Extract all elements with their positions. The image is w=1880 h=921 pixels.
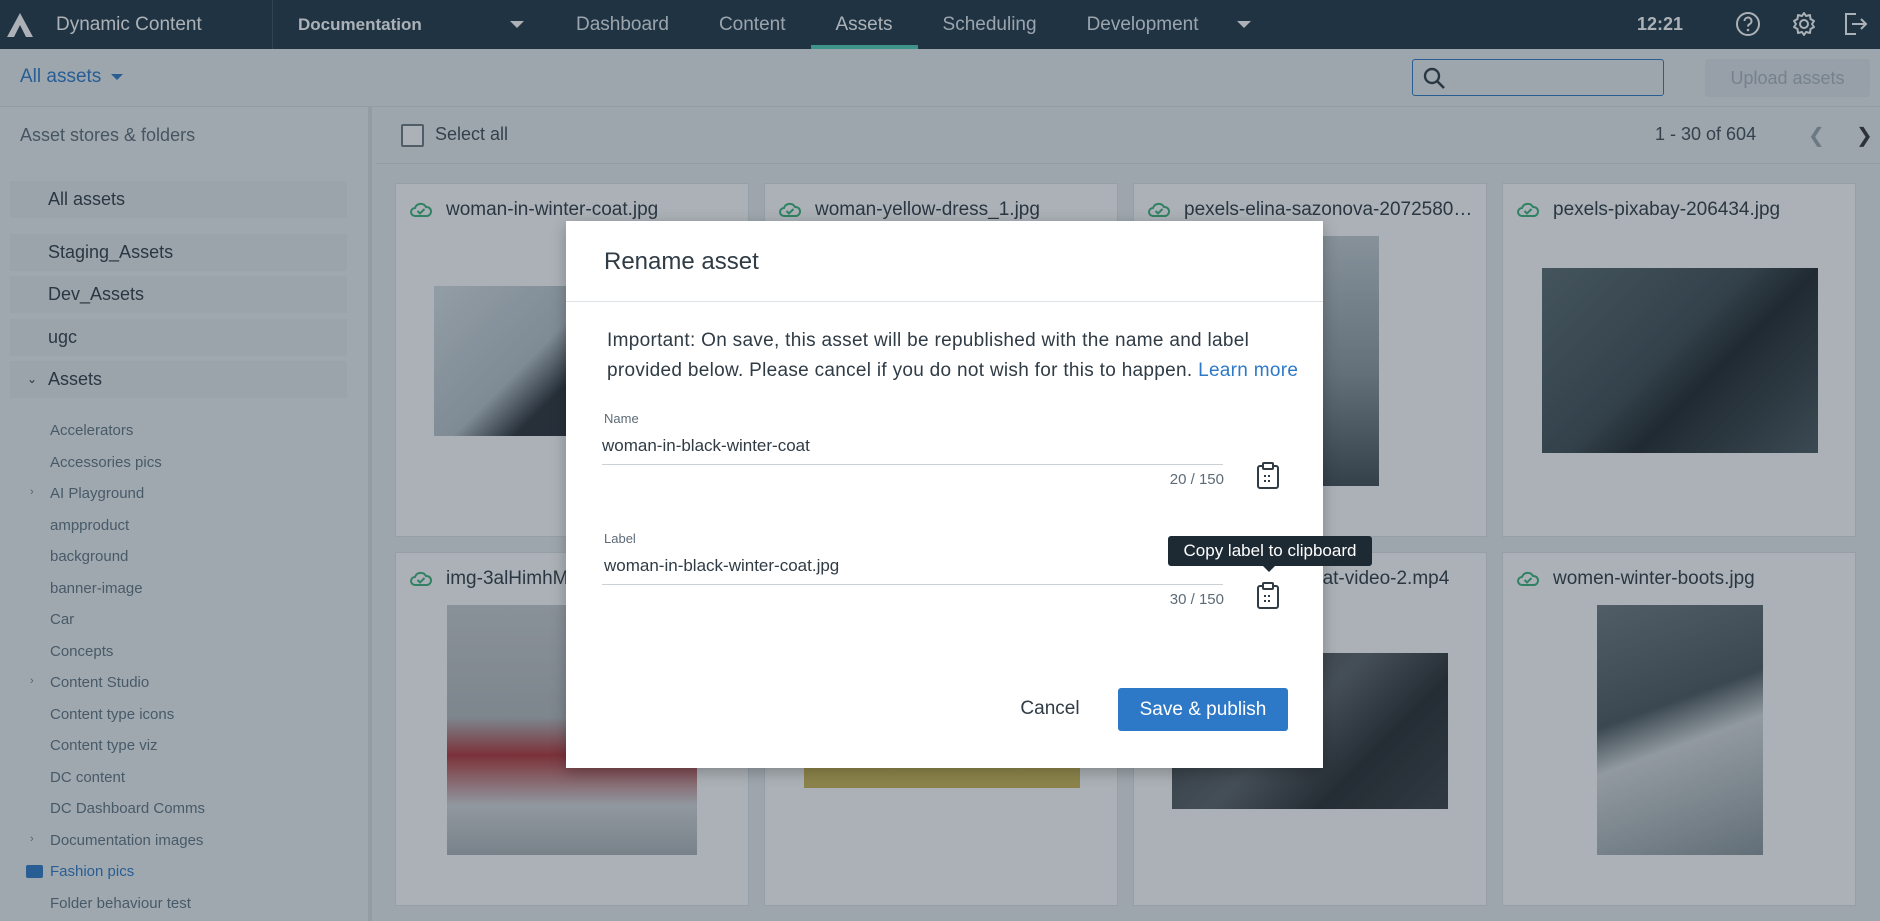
dialog-title: Rename asset xyxy=(604,248,759,275)
label-char-count: 30 / 150 xyxy=(1169,591,1224,608)
save-publish-button[interactable]: Save & publish xyxy=(1118,688,1288,731)
rename-asset-dialog: Rename asset Important: On save, this as… xyxy=(566,221,1323,768)
label-field[interactable]: woman-in-black-winter-coat.jpg xyxy=(604,556,839,576)
dialog-message: Important: On save, this asset will be r… xyxy=(607,326,1307,386)
label-field-underline xyxy=(602,584,1223,585)
name-char-count: 20 / 150 xyxy=(1169,471,1224,488)
name-field[interactable]: woman-in-black-winter-coat xyxy=(602,436,810,456)
name-field-label: Name xyxy=(604,411,639,426)
cancel-button[interactable]: Cancel xyxy=(1000,688,1100,730)
copy-to-clipboard-icon[interactable] xyxy=(1256,462,1280,490)
learn-more-link[interactable]: Learn more xyxy=(1198,360,1298,381)
dialog-message-text: Important: On save, this asset will be r… xyxy=(607,330,1250,381)
clipboard-tooltip: Copy label to clipboard xyxy=(1168,536,1372,572)
label-field-label: Label xyxy=(604,531,636,546)
name-field-underline xyxy=(602,464,1223,465)
copy-to-clipboard-icon[interactable] xyxy=(1256,582,1280,610)
divider xyxy=(566,301,1323,302)
